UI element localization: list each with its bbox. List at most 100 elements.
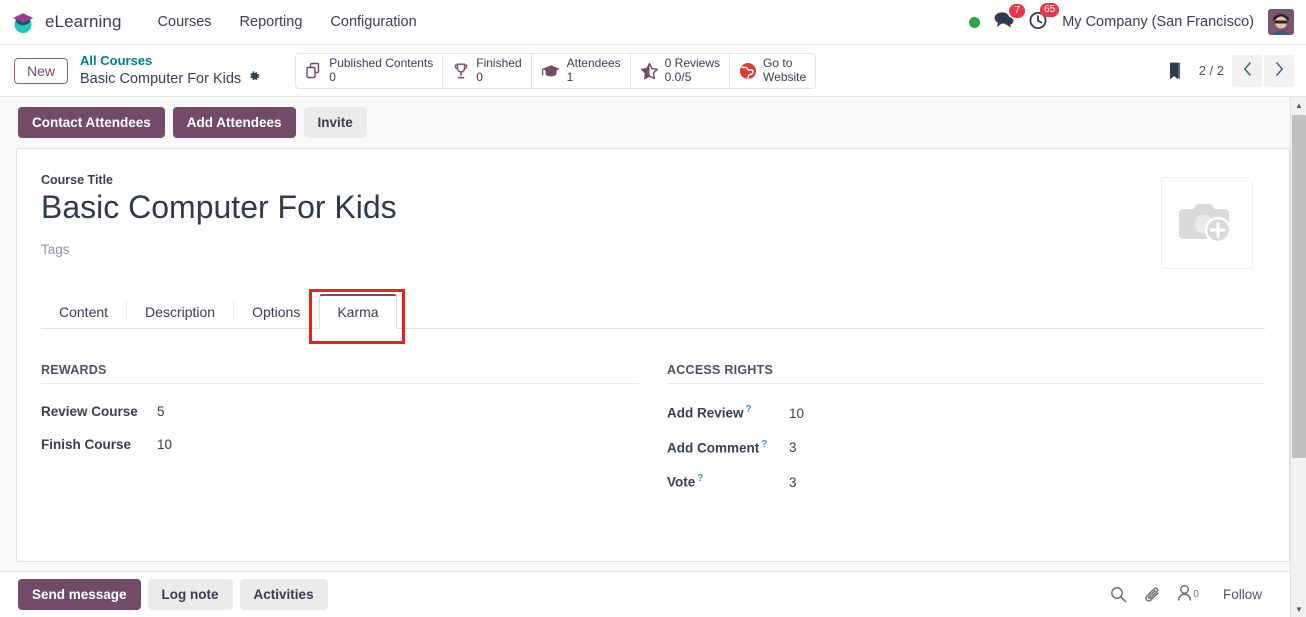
record-action-bar: Contact Attendees Add Attendees Invite [0,97,1306,148]
graduation-cap-icon [10,9,36,35]
tags-label[interactable]: Tags [41,242,1161,257]
field-row-add-review: Add Review? 10 [667,404,1265,421]
stat-button-go-to-website[interactable]: Go to Website [730,53,816,88]
breadcrumb-parent-link[interactable]: All Courses [80,53,261,69]
field-value[interactable]: 3 [789,475,797,490]
field-row-review-course: Review Course 5 [41,404,639,419]
field-label: Vote? [667,473,789,490]
camera-plus-icon [1177,195,1237,252]
pager-count: 2 / 2 [1198,63,1224,78]
field-row-finish-course: Finish Course 10 [41,437,639,452]
field-label-text: Add Review [667,405,744,421]
stat-value: 1 [566,69,574,84]
control-panel-right: 2 / 2 [1167,54,1294,87]
stat-value: 0 [329,69,336,84]
navbar-systray: 7 65 My Company (San Francisco) [969,2,1294,35]
log-note-button[interactable]: Log note [147,579,233,610]
field-value[interactable]: 3 [789,440,797,455]
chevron-left-icon [1243,61,1252,80]
help-tooltip-icon[interactable]: ? [761,439,767,450]
field-label: Add Review? [667,404,789,421]
tab-karma[interactable]: Karma [319,294,397,329]
pager-next-button[interactable] [1264,54,1294,87]
chatter-bar: Send message Log note Activities 0 Follo… [0,571,1306,617]
scroll-down-icon[interactable]: ▼ [1291,601,1306,617]
field-label-text: Add Comment [667,440,760,455]
stat-label: Attendees [566,55,621,70]
stat-button-published-contents[interactable]: Published Contents 0 [296,53,444,88]
help-tooltip-icon[interactable]: ? [697,473,703,484]
course-image-upload[interactable] [1161,177,1253,269]
brand-home-link[interactable]: eLearning [10,9,122,35]
stat-button-attendees[interactable]: Attendees 1 [531,53,631,88]
access-rights-group: Access Rights Add Review? 10 Add Comment… [667,363,1265,508]
company-switcher[interactable]: My Company (San Francisco) [1062,14,1254,30]
pager-previous-button[interactable] [1232,54,1262,87]
invite-button[interactable]: Invite [303,107,367,138]
notebook-tabs: Content Description Options Karma [41,289,1265,344]
menu-item-reporting[interactable]: Reporting [226,8,317,36]
graduation-icon [541,62,561,80]
pager: 2 / 2 [1198,54,1294,87]
field-value[interactable]: 10 [789,406,804,421]
avatar[interactable] [1268,9,1294,35]
stat-value: 0.0/5 [664,69,692,84]
field-row-vote: Vote? 3 [667,473,1265,490]
online-indicator-icon [969,16,981,28]
activities-button[interactable]: 65 [1028,2,1060,35]
send-message-button[interactable]: Send message [18,579,141,610]
new-button[interactable]: New [14,57,69,84]
trophy-icon [452,62,470,80]
course-title-value[interactable]: Basic Computer For Kids [41,189,1161,226]
tab-content[interactable]: Content [41,294,126,329]
messages-button[interactable]: 7 [994,4,1026,33]
main-menu: Courses Reporting Configuration [144,8,431,36]
stat-value: 0 [476,69,483,84]
stat-label: Go to [763,55,793,70]
odoo-elearning-app: eLearning Courses Reporting Configuratio… [0,0,1306,617]
stat-label: Finished [476,55,522,70]
contact-attendees-button[interactable]: Contact Attendees [18,107,165,138]
stat-button-reviews[interactable]: 0 Reviews 0.0/5 [630,53,731,88]
scrollbar-thumb[interactable] [1292,115,1306,458]
paperclip-icon[interactable] [1143,586,1161,603]
field-row-add-comment: Add Comment? 3 [667,439,1265,456]
follow-button[interactable]: Follow [1215,583,1270,606]
bookmark-icon[interactable] [1167,61,1183,81]
tab-description[interactable]: Description [127,294,233,329]
menu-item-courses[interactable]: Courses [144,8,226,36]
form-sheet-wrapper: Course Title Basic Computer For Kids Tag… [0,148,1306,562]
tab-options[interactable]: Options [234,294,318,329]
vertical-scrollbar[interactable]: ▲ ▼ [1290,97,1306,617]
add-attendees-button[interactable]: Add Attendees [172,107,296,138]
title-row: Course Title Basic Computer For Kids Tag… [41,173,1265,269]
menu-item-configuration[interactable]: Configuration [316,8,430,36]
field-value[interactable]: 5 [157,404,165,419]
field-label: Add Comment? [667,439,789,456]
brand-name: eLearning [45,12,122,31]
breadcrumb-current-label: Basic Computer For Kids [80,70,242,87]
breadcrumb-current: Basic Computer For Kids [80,70,261,88]
notebook: Content Description Options Karma Reward… [41,289,1265,508]
globe-icon [739,62,757,80]
chatter-tools: 0 Follow [1110,583,1292,606]
rewards-group: Rewards Review Course 5 Finish Course 10 [41,363,639,508]
help-tooltip-icon[interactable]: ? [746,404,752,415]
search-icon[interactable] [1110,586,1127,603]
control-panel: New All Courses Basic Computer For Kids [0,45,1306,97]
field-label: Review Course [41,404,138,419]
stat-button-finished[interactable]: Finished 0 [443,53,532,88]
scroll-up-icon[interactable]: ▲ [1291,97,1306,113]
title-column: Course Title Basic Computer For Kids Tag… [41,173,1161,269]
field-label: Finish Course [41,437,132,452]
form-sheet: Course Title Basic Computer For Kids Tag… [16,148,1290,562]
stat-label: 0 Reviews [664,55,721,70]
activities-badge: 65 [1040,2,1060,17]
field-label-text: Vote [667,474,696,490]
activities-button[interactable]: Activities [239,579,328,610]
gear-icon[interactable] [248,70,261,88]
breadcrumb: All Courses Basic Computer For Kids [80,53,261,87]
messages-badge: 7 [1009,4,1026,18]
followers-button[interactable]: 0 [1177,584,1199,606]
field-value[interactable]: 10 [157,437,172,452]
